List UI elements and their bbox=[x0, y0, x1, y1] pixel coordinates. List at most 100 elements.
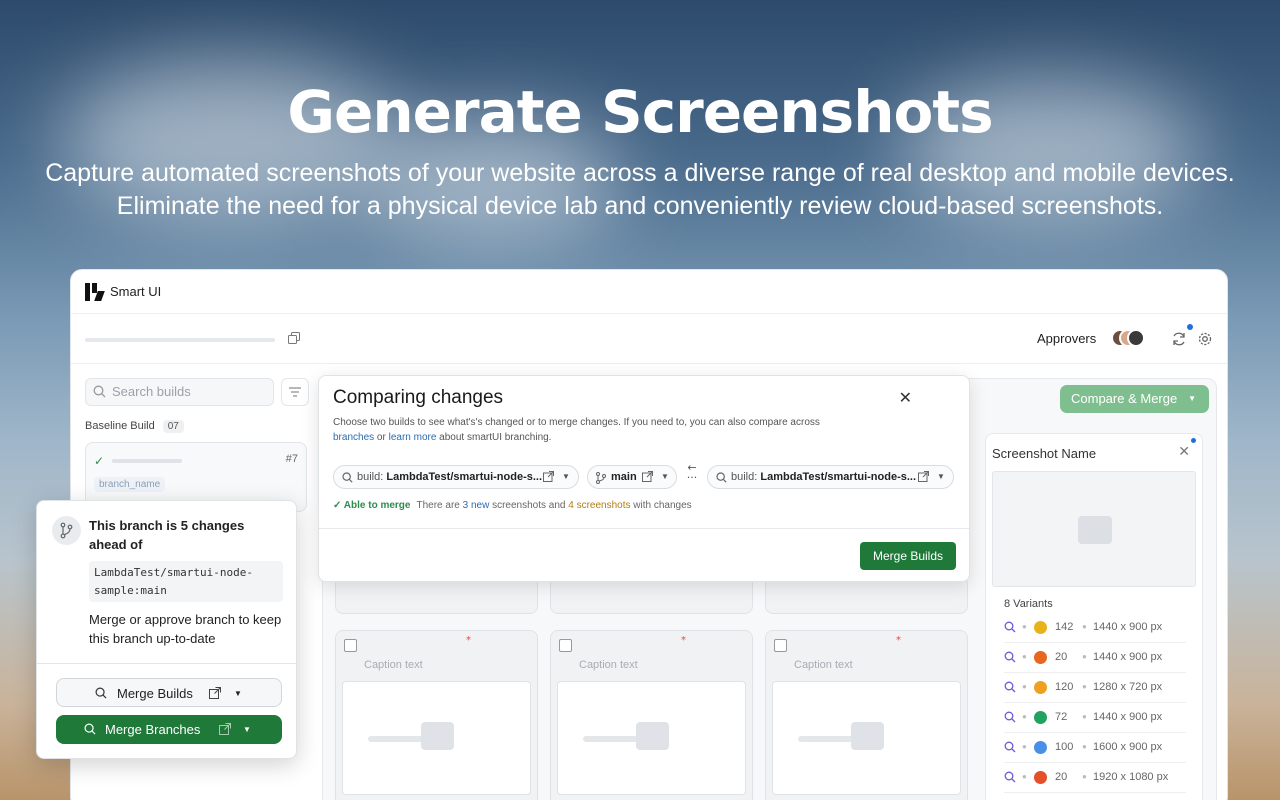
gear-icon[interactable] bbox=[1197, 331, 1213, 347]
tile-checkbox[interactable] bbox=[774, 639, 787, 652]
build-name-placeholder bbox=[112, 459, 182, 463]
base-build-selector[interactable]: build: LambdaTest/smartui-node-s... ▼ bbox=[333, 465, 579, 489]
compare-build-selector[interactable]: build: LambdaTest/smartui-node-s... ▼ bbox=[707, 465, 954, 489]
external-link-icon bbox=[219, 723, 231, 735]
learn-more-link[interactable]: learn more bbox=[389, 432, 437, 443]
merge-builds-button[interactable]: Merge Builds ▼ bbox=[56, 678, 282, 707]
filter-button[interactable] bbox=[281, 378, 309, 406]
close-icon[interactable]: ✕ bbox=[1178, 444, 1190, 460]
variant-row[interactable]: ● 100 ● 1600 x 900 px bbox=[1004, 734, 1186, 763]
search-builds-input[interactable]: Search builds bbox=[85, 378, 274, 406]
external-link-icon[interactable] bbox=[543, 471, 554, 482]
magnifier-icon[interactable] bbox=[1004, 741, 1016, 753]
search-placeholder: Search builds bbox=[112, 384, 191, 399]
branch-selector[interactable]: main ▼ bbox=[587, 465, 677, 489]
description-text: or bbox=[374, 432, 389, 443]
variant-row[interactable]: ● 20 ● 1920 x 1080 px bbox=[1004, 764, 1186, 793]
magnifier-icon[interactable] bbox=[1004, 711, 1016, 723]
external-link-icon[interactable] bbox=[642, 471, 653, 482]
popover-body: Merge or approve branch to keep this bra… bbox=[89, 612, 282, 646]
merge-builds-button[interactable]: Merge Builds bbox=[860, 542, 956, 570]
search-icon bbox=[93, 385, 106, 398]
base-build-value: LambdaTest/smartui-node-s... bbox=[386, 471, 543, 483]
lambdatest-logo-icon bbox=[84, 282, 105, 302]
status-text: with changes bbox=[630, 500, 692, 511]
external-link-icon bbox=[209, 687, 221, 699]
variant-row[interactable]: ● 72 ● 1440 x 900 px bbox=[1004, 704, 1186, 733]
merge-direction-icon: ← ··· bbox=[686, 461, 698, 484]
search-icon bbox=[84, 723, 96, 735]
build-number: #7 bbox=[285, 453, 298, 465]
magnifier-icon[interactable] bbox=[1004, 621, 1016, 633]
status-text: screenshots and bbox=[489, 500, 569, 511]
approvers-label: Approvers bbox=[1037, 331, 1097, 346]
popover-title: This branch is 5 changes ahead of bbox=[89, 518, 245, 552]
avatar bbox=[1127, 329, 1145, 347]
screenshot-detail-panel: Screenshot Name ✕ 8 Variants ● 142 ● 1440 x… bbox=[985, 433, 1203, 800]
browser-version: 120 bbox=[1055, 681, 1074, 693]
image-placeholder-icon bbox=[342, 681, 531, 795]
magnifier-icon[interactable] bbox=[1004, 651, 1016, 663]
separator-dot: ● bbox=[1082, 772, 1087, 781]
tile-caption: Caption text bbox=[364, 659, 423, 671]
magnifier-icon[interactable] bbox=[1004, 771, 1016, 783]
browser-version: 20 bbox=[1055, 651, 1068, 663]
search-icon bbox=[95, 687, 107, 699]
browser-version: 100 bbox=[1055, 741, 1074, 753]
variant-row[interactable]: ● 142 ● 1440 x 900 px bbox=[1004, 614, 1186, 643]
resolution: 1440 x 900 px bbox=[1093, 651, 1163, 663]
branch-code: LambdaTest/smartui-node-sample:main bbox=[89, 561, 283, 602]
app-title: Smart UI bbox=[110, 284, 162, 299]
chevron-down-icon: ▼ bbox=[562, 472, 570, 481]
close-icon[interactable]: ✕ bbox=[899, 388, 912, 407]
app-topbar: Smart UI bbox=[71, 270, 1227, 314]
approver-avatars[interactable] bbox=[1111, 329, 1151, 349]
variant-row[interactable]: ● 20 ● 1440 x 900 px bbox=[1004, 644, 1186, 673]
hero-subtitle: Capture automated screenshots of your we… bbox=[0, 157, 1280, 223]
changed-screenshots-link[interactable]: 4 screenshots bbox=[568, 500, 630, 511]
status-text: There are bbox=[416, 500, 463, 511]
variant-row[interactable]: ● 120 ● 1280 x 720 px bbox=[1004, 674, 1186, 703]
selector-prefix: build: bbox=[357, 471, 387, 483]
screenshot-preview[interactable] bbox=[992, 471, 1196, 587]
separator-dot: ● bbox=[1022, 652, 1027, 661]
branch-icon bbox=[52, 516, 81, 545]
branches-link[interactable]: branches bbox=[333, 432, 374, 443]
separator-dot: ● bbox=[1022, 622, 1027, 631]
tile-caption: Caption text bbox=[794, 659, 853, 671]
hero-title: Generate Screenshots bbox=[287, 78, 993, 146]
required-marker: * bbox=[466, 635, 471, 646]
compare-merge-button[interactable]: Compare & Merge ▼ bbox=[1060, 385, 1209, 413]
chevron-down-icon: ▼ bbox=[937, 472, 945, 481]
screenshot-tile[interactable]: * Caption text bbox=[550, 630, 753, 800]
copy-icon[interactable] bbox=[288, 332, 300, 344]
compare-build-value: LambdaTest/smartui-node-s... bbox=[760, 471, 917, 483]
new-screenshots-link[interactable]: 3 new bbox=[463, 500, 490, 511]
sync-icon[interactable] bbox=[1171, 331, 1187, 347]
chevron-down-icon: ▼ bbox=[1188, 394, 1196, 403]
tile-checkbox[interactable] bbox=[344, 639, 357, 652]
baseline-count-badge: 07 bbox=[162, 420, 184, 433]
screenshot-tile[interactable]: * Caption text bbox=[765, 630, 968, 800]
hero-subtitle-line: Eliminate the need for a physical device… bbox=[116, 192, 1164, 220]
notification-dot bbox=[1191, 438, 1196, 443]
separator-dot: ● bbox=[1022, 682, 1027, 691]
notification-dot bbox=[1187, 324, 1193, 330]
chevron-down-icon: ▼ bbox=[661, 472, 669, 481]
screenshot-tile[interactable]: * Caption text bbox=[335, 630, 538, 800]
search-icon bbox=[716, 472, 727, 483]
able-to-merge-text: Able to merge bbox=[343, 500, 411, 511]
description-text: about smartUI branching. bbox=[436, 432, 552, 443]
build-header: Approvers bbox=[71, 314, 1227, 364]
image-placeholder-icon bbox=[1078, 516, 1112, 544]
separator-dot: ● bbox=[1082, 712, 1087, 721]
merge-branches-button[interactable]: Merge Branches ▼ bbox=[56, 715, 282, 744]
branch-value: main bbox=[611, 471, 637, 483]
magnifier-icon[interactable] bbox=[1004, 681, 1016, 693]
modal-title: Comparing changes bbox=[333, 387, 504, 408]
browser-version: 142 bbox=[1055, 621, 1074, 633]
separator-dot: ● bbox=[1022, 742, 1027, 751]
tile-checkbox[interactable] bbox=[559, 639, 572, 652]
external-link-icon[interactable] bbox=[918, 471, 929, 482]
baseline-build-text: Baseline Build bbox=[85, 420, 155, 432]
